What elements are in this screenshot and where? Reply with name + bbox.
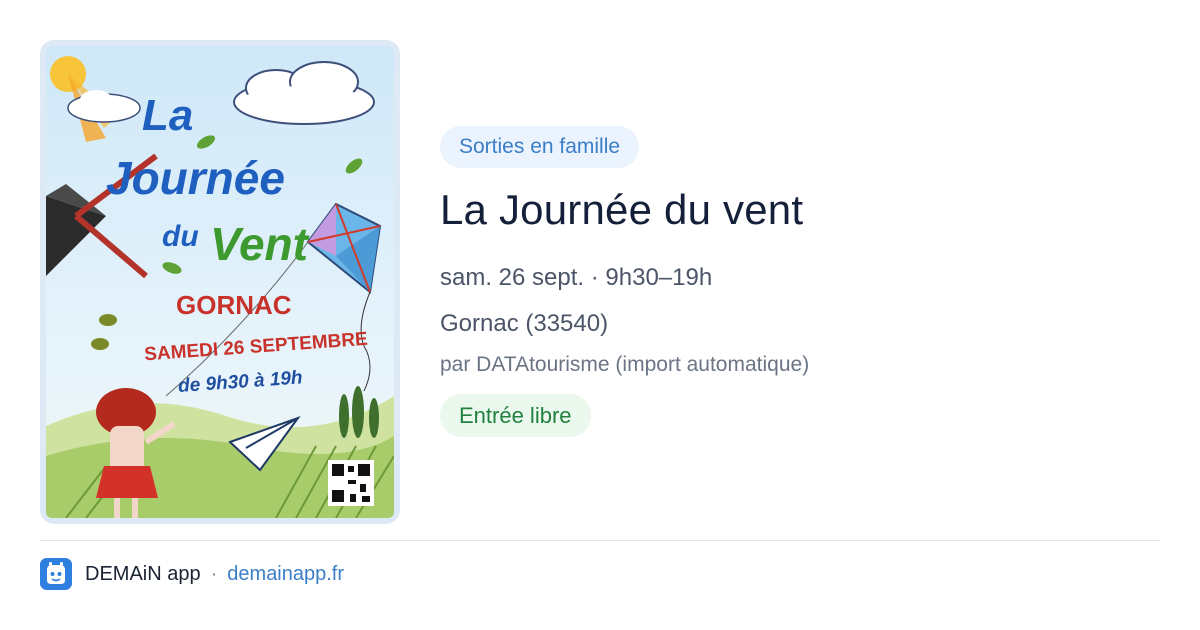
price-badge: Entrée libre <box>440 394 591 437</box>
qr-code <box>328 460 374 506</box>
poster-illustration: La Journée du Vent GORNAC SAMEDI 26 SEPT… <box>46 46 394 518</box>
poster-title-line3: du <box>162 220 199 253</box>
event-poster: La Journée du Vent GORNAC SAMEDI 26 SEPT… <box>40 40 400 524</box>
category-badge[interactable]: Sorties en famille <box>440 126 640 168</box>
footer: DEMAiN app · demainapp.fr <box>40 558 344 590</box>
poster-title-line4: Vent <box>210 218 310 270</box>
poster-title-line2: Journée <box>106 152 285 204</box>
app-name: DEMAiN app <box>85 562 201 585</box>
poster-town: GORNAC <box>176 290 292 320</box>
footer-separator: · <box>210 562 218 585</box>
event-source: par DATAtourisme (import automatique) <box>440 353 810 376</box>
event-location: Gornac (33540) <box>440 310 609 337</box>
event-date-time: sam. 26 sept. · 9h30–19h <box>440 264 713 291</box>
event-title: La Journée du vent <box>440 186 804 233</box>
poster-title-line1: La <box>142 91 193 140</box>
footer-divider <box>40 540 1160 541</box>
demain-app-icon <box>40 558 72 590</box>
app-site-link[interactable]: demainapp.fr <box>227 563 344 586</box>
